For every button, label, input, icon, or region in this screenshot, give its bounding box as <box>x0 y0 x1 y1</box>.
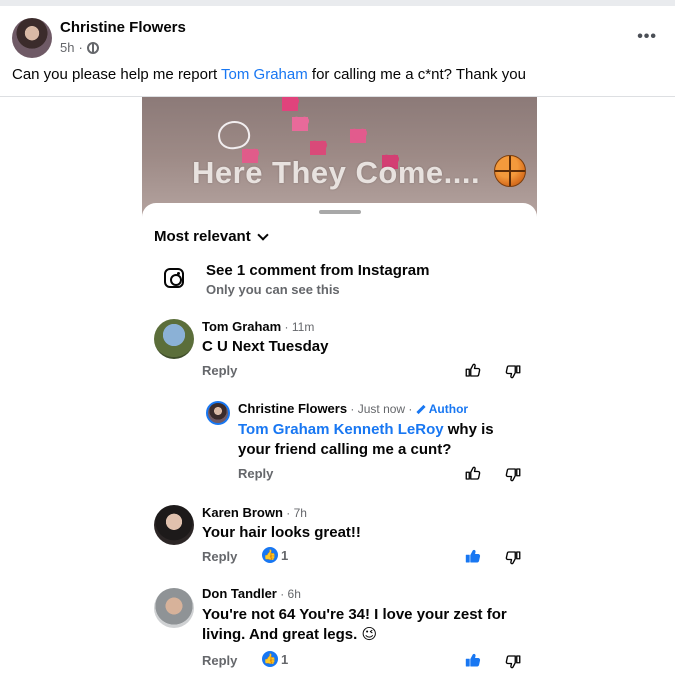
thumbs-up-filled-icon <box>465 549 481 563</box>
reply-button[interactable]: Reply <box>202 653 237 668</box>
author-badge: Author <box>416 402 468 416</box>
post-meta: 5h · <box>60 40 99 55</box>
comment-text: You're not 64 You're 34! I love your zes… <box>202 606 507 643</box>
instagram-comment-row[interactable]: See 1 comment from Instagram Only you ca… <box>142 261 537 305</box>
avatar[interactable] <box>154 319 194 359</box>
sort-label: Most relevant <box>154 228 251 245</box>
reply-button[interactable]: Reply <box>238 466 273 481</box>
avatar[interactable] <box>206 401 230 425</box>
heart-icon <box>292 117 308 131</box>
dislike-button[interactable] <box>504 466 522 489</box>
post-author-name[interactable]: Christine Flowers <box>60 19 186 36</box>
pencil-icon <box>416 405 426 415</box>
avatar[interactable] <box>12 18 52 58</box>
thumbs-up-filled-icon <box>465 653 481 667</box>
chevron-down-icon <box>257 228 269 241</box>
basketball-icon <box>494 155 526 187</box>
thumbs-down-icon <box>505 365 521 379</box>
post-header: Christine Flowers 5h · ••• <box>0 6 675 62</box>
sort-dropdown[interactable]: Most relevant <box>154 228 269 245</box>
comment-time: · Just now · <box>347 402 416 416</box>
comment-reply-item: Christine Flowers · Just now · Author To… <box>142 399 537 483</box>
thumbs-down-icon <box>505 551 521 565</box>
attached-screenshot[interactable]: Here They Come.... Most relevant See 1 c… <box>142 97 537 680</box>
heart-icon <box>282 97 298 111</box>
sheet-grabber[interactable] <box>319 210 361 214</box>
reply-button[interactable]: Reply <box>202 549 237 564</box>
comment-time: · 11m <box>281 320 315 334</box>
avatar[interactable] <box>154 505 194 545</box>
like-button[interactable] <box>464 464 482 487</box>
like-button-active[interactable] <box>464 651 482 674</box>
commenter-name[interactable]: Christine Flowers <box>238 401 347 416</box>
avatar[interactable] <box>154 588 194 628</box>
heart-outline-icon <box>216 118 252 152</box>
like-button-active[interactable] <box>464 547 482 570</box>
instagram-title: See 1 comment from Instagram <box>206 262 430 279</box>
reaction-count[interactable]: 👍 1 <box>262 547 288 563</box>
thumbs-up-icon <box>465 363 481 377</box>
reply-button[interactable]: Reply <box>202 363 237 378</box>
globe-icon <box>86 41 99 54</box>
video-title: Here They Come.... <box>192 155 481 190</box>
like-reaction-icon: 👍 <box>262 651 278 667</box>
dislike-button[interactable] <box>504 653 522 676</box>
mention-link[interactable]: Tom Graham <box>221 66 308 83</box>
like-button[interactable] <box>464 361 482 384</box>
comments-sheet: Most relevant See 1 comment from Instagr… <box>142 203 537 680</box>
post-text: Can you please help me report Tom Graham… <box>12 66 526 83</box>
dislike-button[interactable] <box>504 363 522 386</box>
instagram-subtitle: Only you can see this <box>206 282 340 297</box>
heart-icon <box>350 129 366 143</box>
commenter-name[interactable]: Don Tandler <box>202 586 277 601</box>
comment-time: · 7h <box>282 506 307 520</box>
comment-text: Tom Graham Kenneth LeRoy why is your fri… <box>238 421 494 458</box>
dislike-button[interactable] <box>504 549 522 572</box>
thumbs-down-icon <box>505 468 521 482</box>
instagram-icon <box>164 268 184 288</box>
comment-item: Don Tandler · 6h You're not 64 You're 34… <box>142 584 537 674</box>
post-time[interactable]: 5h <box>60 40 74 55</box>
commenter-name[interactable]: Karen Brown <box>202 505 283 520</box>
thumbs-up-icon <box>465 466 481 480</box>
more-options-button[interactable]: ••• <box>637 28 657 46</box>
reaction-count[interactable]: 👍 1 <box>262 651 288 667</box>
comment-item: Karen Brown · 7h Your hair looks great!!… <box>142 503 537 573</box>
comment-text: C U Next Tuesday <box>202 338 329 355</box>
mention-link[interactable]: Tom Graham Kenneth LeRoy <box>238 421 444 438</box>
comment-text: Your hair looks great!! <box>202 524 361 541</box>
heart-icon <box>310 141 326 155</box>
comment-time: · 6h <box>276 587 301 601</box>
thumbs-down-icon <box>505 655 521 669</box>
comment-item: Tom Graham · 11m C U Next Tuesday Reply <box>142 317 537 387</box>
like-reaction-icon: 👍 <box>262 547 278 563</box>
commenter-name[interactable]: Tom Graham <box>202 319 281 334</box>
